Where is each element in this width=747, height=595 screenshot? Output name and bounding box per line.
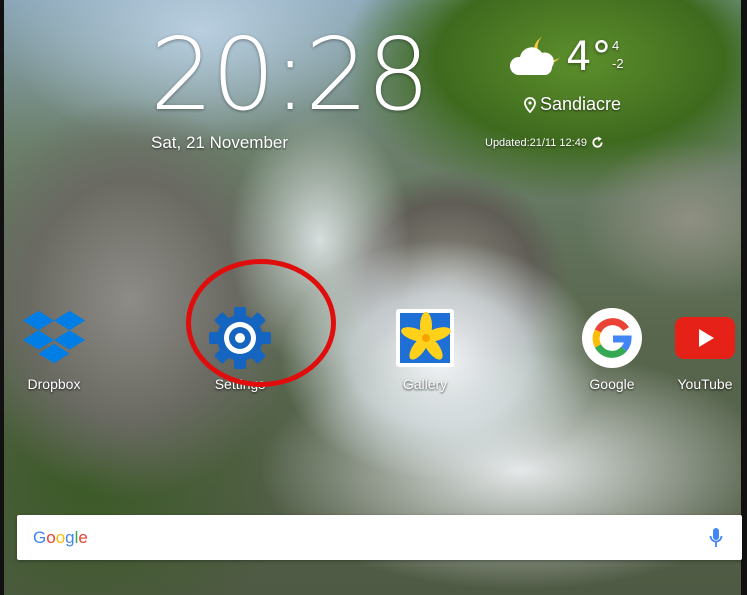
app-label: Google — [589, 376, 635, 392]
gallery-icon — [393, 306, 457, 370]
microphone-icon[interactable] — [706, 525, 726, 551]
location-pin-icon — [524, 96, 536, 113]
dropbox-icon — [22, 306, 86, 370]
screen-edge-left — [0, 0, 4, 595]
screen-edge-right — [741, 0, 747, 595]
app-label: Gallery — [402, 376, 448, 392]
weather-location: Sandiacre — [524, 94, 621, 115]
app-label: Dropbox — [27, 376, 81, 392]
search-input[interactable] — [97, 521, 706, 554]
weather-updated-label: Updated:21/11 12:49 — [485, 136, 587, 149]
app-google[interactable]: Google — [567, 306, 657, 392]
google-logo: Google — [33, 527, 88, 547]
google-search-bar[interactable]: Google — [17, 515, 742, 560]
weather-high: 4 — [612, 38, 620, 53]
weather-location-label: Sandiacre — [540, 94, 622, 114]
app-label: YouTube — [677, 376, 733, 392]
highlight-circle-annotation — [186, 259, 336, 387]
weather-low: -2 — [612, 56, 624, 71]
clock-time[interactable]: 20:28 — [150, 20, 430, 130]
clock-date: Sat, 21 November — [151, 133, 289, 152]
youtube-icon — [673, 306, 737, 370]
app-dropbox[interactable]: Dropbox — [9, 306, 99, 392]
refresh-icon[interactable] — [591, 136, 604, 149]
app-youtube[interactable]: YouTube — [660, 306, 747, 392]
cloudy-moon-icon — [509, 37, 560, 75]
weather-updated: Updated:21/11 12:49 — [485, 136, 604, 149]
weather-temperature: 4° — [566, 34, 612, 80]
google-icon — [580, 306, 644, 370]
app-gallery[interactable]: Gallery — [380, 306, 470, 392]
